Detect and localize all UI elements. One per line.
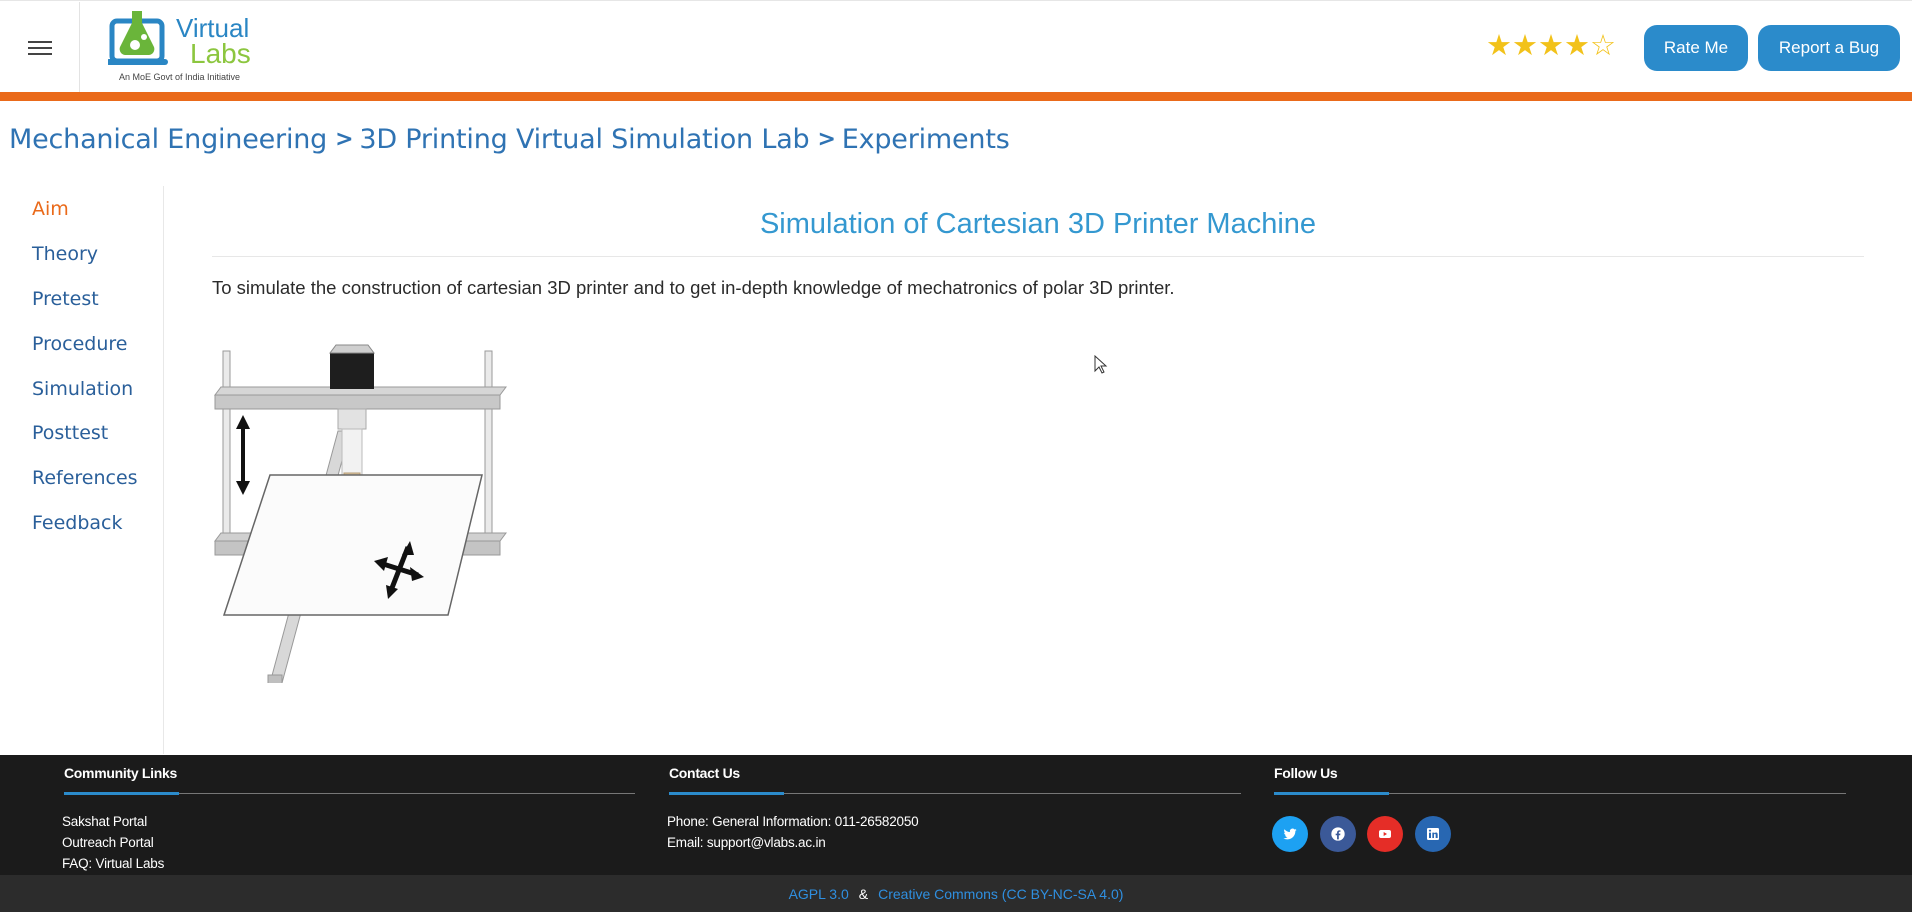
logo-text-labs: Labs [190,38,251,69]
report-bug-button[interactable]: Report a Bug [1758,25,1900,71]
footer-link-faq[interactable]: FAQ: Virtual Labs [62,856,164,871]
sidebar-item-aim[interactable]: Aim [32,198,69,220]
footer-community-heading: Community Links [64,765,177,781]
site-footer: Community Links Sakshat Portal Outreach … [0,755,1912,875]
footer-accent [669,792,784,795]
chevron-right-icon: > [335,127,354,152]
experiment-sidebar: Aim Theory Pretest Procedure Simulation … [0,186,164,754]
agpl-license-link[interactable]: AGPL 3.0 [789,886,849,902]
footer-accent [64,792,179,795]
breadcrumb-item[interactable]: 3D Printing Virtual Simulation Lab [359,124,809,155]
footer-email[interactable]: Email: support@vlabs.ac.in [667,835,826,850]
aim-description: To simulate the construction of cartesia… [212,277,1175,298]
menu-toggle-button[interactable] [0,2,80,93]
footer-link-sakshat[interactable]: Sakshat Portal [62,814,147,829]
page-title: Simulation of Cartesian 3D Printer Machi… [759,208,1317,240]
site-header: Virtual Labs An MoE Govt of India Initia… [0,0,1912,93]
footer-phone: Phone: General Information: 011-26582050 [667,814,919,829]
title-divider [212,256,1864,257]
breadcrumb-item[interactable]: Experiments [842,124,1010,155]
breadcrumb-item[interactable]: Mechanical Engineering [9,124,327,155]
footer-link-outreach[interactable]: Outreach Portal [62,835,154,850]
hamburger-icon [27,37,52,59]
cc-license-link[interactable]: Creative Commons (CC BY-NC-SA 4.0) [878,886,1123,902]
sidebar-item-procedure[interactable]: Procedure [32,333,127,355]
sidebar-item-pretest[interactable]: Pretest [32,288,99,310]
star-filled-icon[interactable]: ★ [1538,31,1564,61]
sidebar-item-feedback[interactable]: Feedback [32,512,122,534]
twitter-icon[interactable] [1272,816,1308,852]
sidebar-item-simulation[interactable]: Simulation [32,378,133,400]
chevron-right-icon: > [817,127,836,152]
sidebar-item-posttest[interactable]: Posttest [32,422,108,444]
footer-accent [1274,792,1389,795]
facebook-icon[interactable] [1320,816,1356,852]
star-filled-icon[interactable]: ★ [1512,31,1538,61]
sidebar-item-theory[interactable]: Theory [32,243,98,265]
cartesian-printer-diagram [214,344,507,683]
sidebar-item-references[interactable]: References [32,467,138,489]
rating-stars[interactable]: ★ ★ ★ ★ ☆ [1486,31,1616,61]
mouse-cursor-icon [1094,355,1108,374]
footer-contact-heading: Contact Us [669,765,740,781]
youtube-icon[interactable] [1367,816,1403,852]
star-filled-icon[interactable]: ★ [1486,31,1512,61]
footer-follow-heading: Follow Us [1274,765,1338,781]
license-bar: AGPL 3.0 & Creative Commons (CC BY-NC-SA… [0,875,1912,912]
breadcrumb: Mechanical Engineering > 3D Printing Vir… [9,124,1010,155]
rate-me-button[interactable]: Rate Me [1644,25,1748,71]
header-accent-bar [0,92,1912,101]
license-separator: & [858,885,869,902]
star-filled-icon[interactable]: ★ [1564,31,1590,61]
star-empty-icon[interactable]: ☆ [1590,31,1616,61]
linkedin-icon[interactable] [1415,816,1451,852]
logo-subtitle: An MoE Govt of India Initiative [119,72,241,82]
